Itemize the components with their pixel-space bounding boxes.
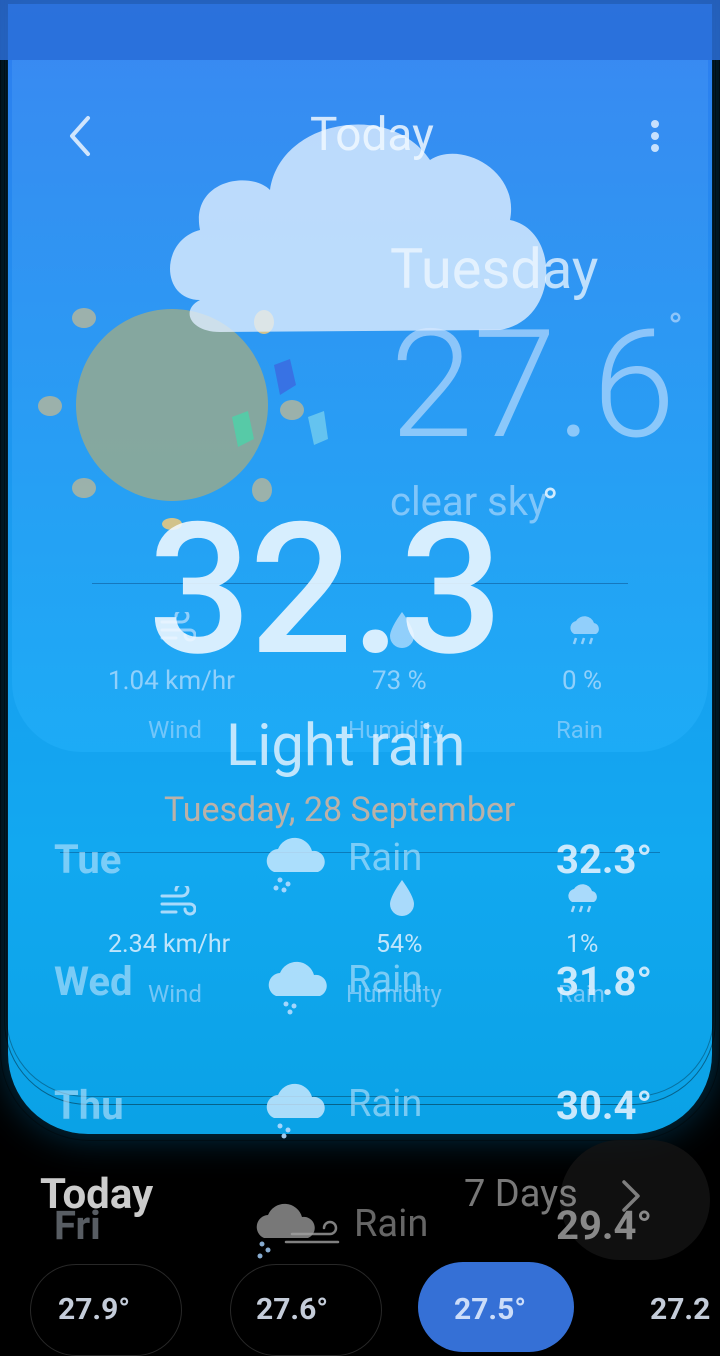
forecast-condition: Rain	[354, 1202, 429, 1246]
forecast-row-fri[interactable]: Fri Rain 29.4°	[0, 1194, 720, 1264]
rain-cloud-icon	[566, 612, 604, 652]
forecast-temp: 30.4°	[556, 1082, 653, 1129]
overlay-degree: °	[668, 304, 683, 351]
page-title: Today	[310, 108, 434, 162]
hour-temp[interactable]: 27.6°	[256, 1292, 328, 1327]
overlay-day: Tuesday	[390, 236, 599, 302]
current-date: Tuesday, 28 September	[164, 790, 516, 830]
forecast-condition: Rain	[348, 958, 423, 1002]
overlay-temperature: 27.6	[390, 297, 676, 473]
rain-cloud-icon	[260, 826, 336, 898]
forecast-temp: 29.4°	[556, 1202, 653, 1249]
current-condition: Light rain	[226, 712, 466, 780]
rain-cloud-icon	[260, 1072, 336, 1144]
overlay-rain-value: 0 %	[562, 666, 603, 696]
forecast-condition: Rain	[348, 836, 423, 880]
forecast-condition: Rain	[348, 1082, 423, 1126]
forecast-temp: 32.3°	[556, 836, 653, 883]
back-button[interactable]	[62, 110, 102, 162]
overlay-wind-label: Wind	[148, 716, 202, 744]
forecast-day: Fri	[54, 1202, 101, 1249]
status-bar-band	[0, 0, 720, 60]
hour-temp[interactable]: 27.9°	[58, 1292, 130, 1327]
rain-cloud-icon	[262, 950, 338, 1022]
more-vert-icon	[651, 120, 659, 152]
forecast-day: Thu	[54, 1082, 124, 1129]
hour-temp[interactable]: 27.5°	[454, 1292, 526, 1327]
current-temperature: 32.3	[148, 484, 503, 697]
forecast-row-wed[interactable]: Wed Rain 31.8°	[0, 950, 720, 1020]
overlay-rain-label: Rain	[556, 716, 603, 744]
hour-temp[interactable]: 27.2	[650, 1292, 710, 1327]
forecast-day: Wed	[54, 958, 133, 1005]
rain-wind-cloud-icon	[252, 1194, 348, 1266]
forecast-row-thu[interactable]: Thu Rain 30.4°	[0, 1072, 720, 1142]
more-options-button[interactable]	[640, 112, 670, 160]
forecast-row-tue[interactable]: Tue Rain 32.3°	[0, 826, 720, 896]
current-degree: °	[542, 478, 559, 530]
forecast-temp: 31.8°	[556, 958, 653, 1005]
forecast-day: Tue	[54, 836, 122, 883]
raindrop-crystal-icon	[222, 355, 342, 455]
chevron-left-icon	[70, 116, 90, 156]
